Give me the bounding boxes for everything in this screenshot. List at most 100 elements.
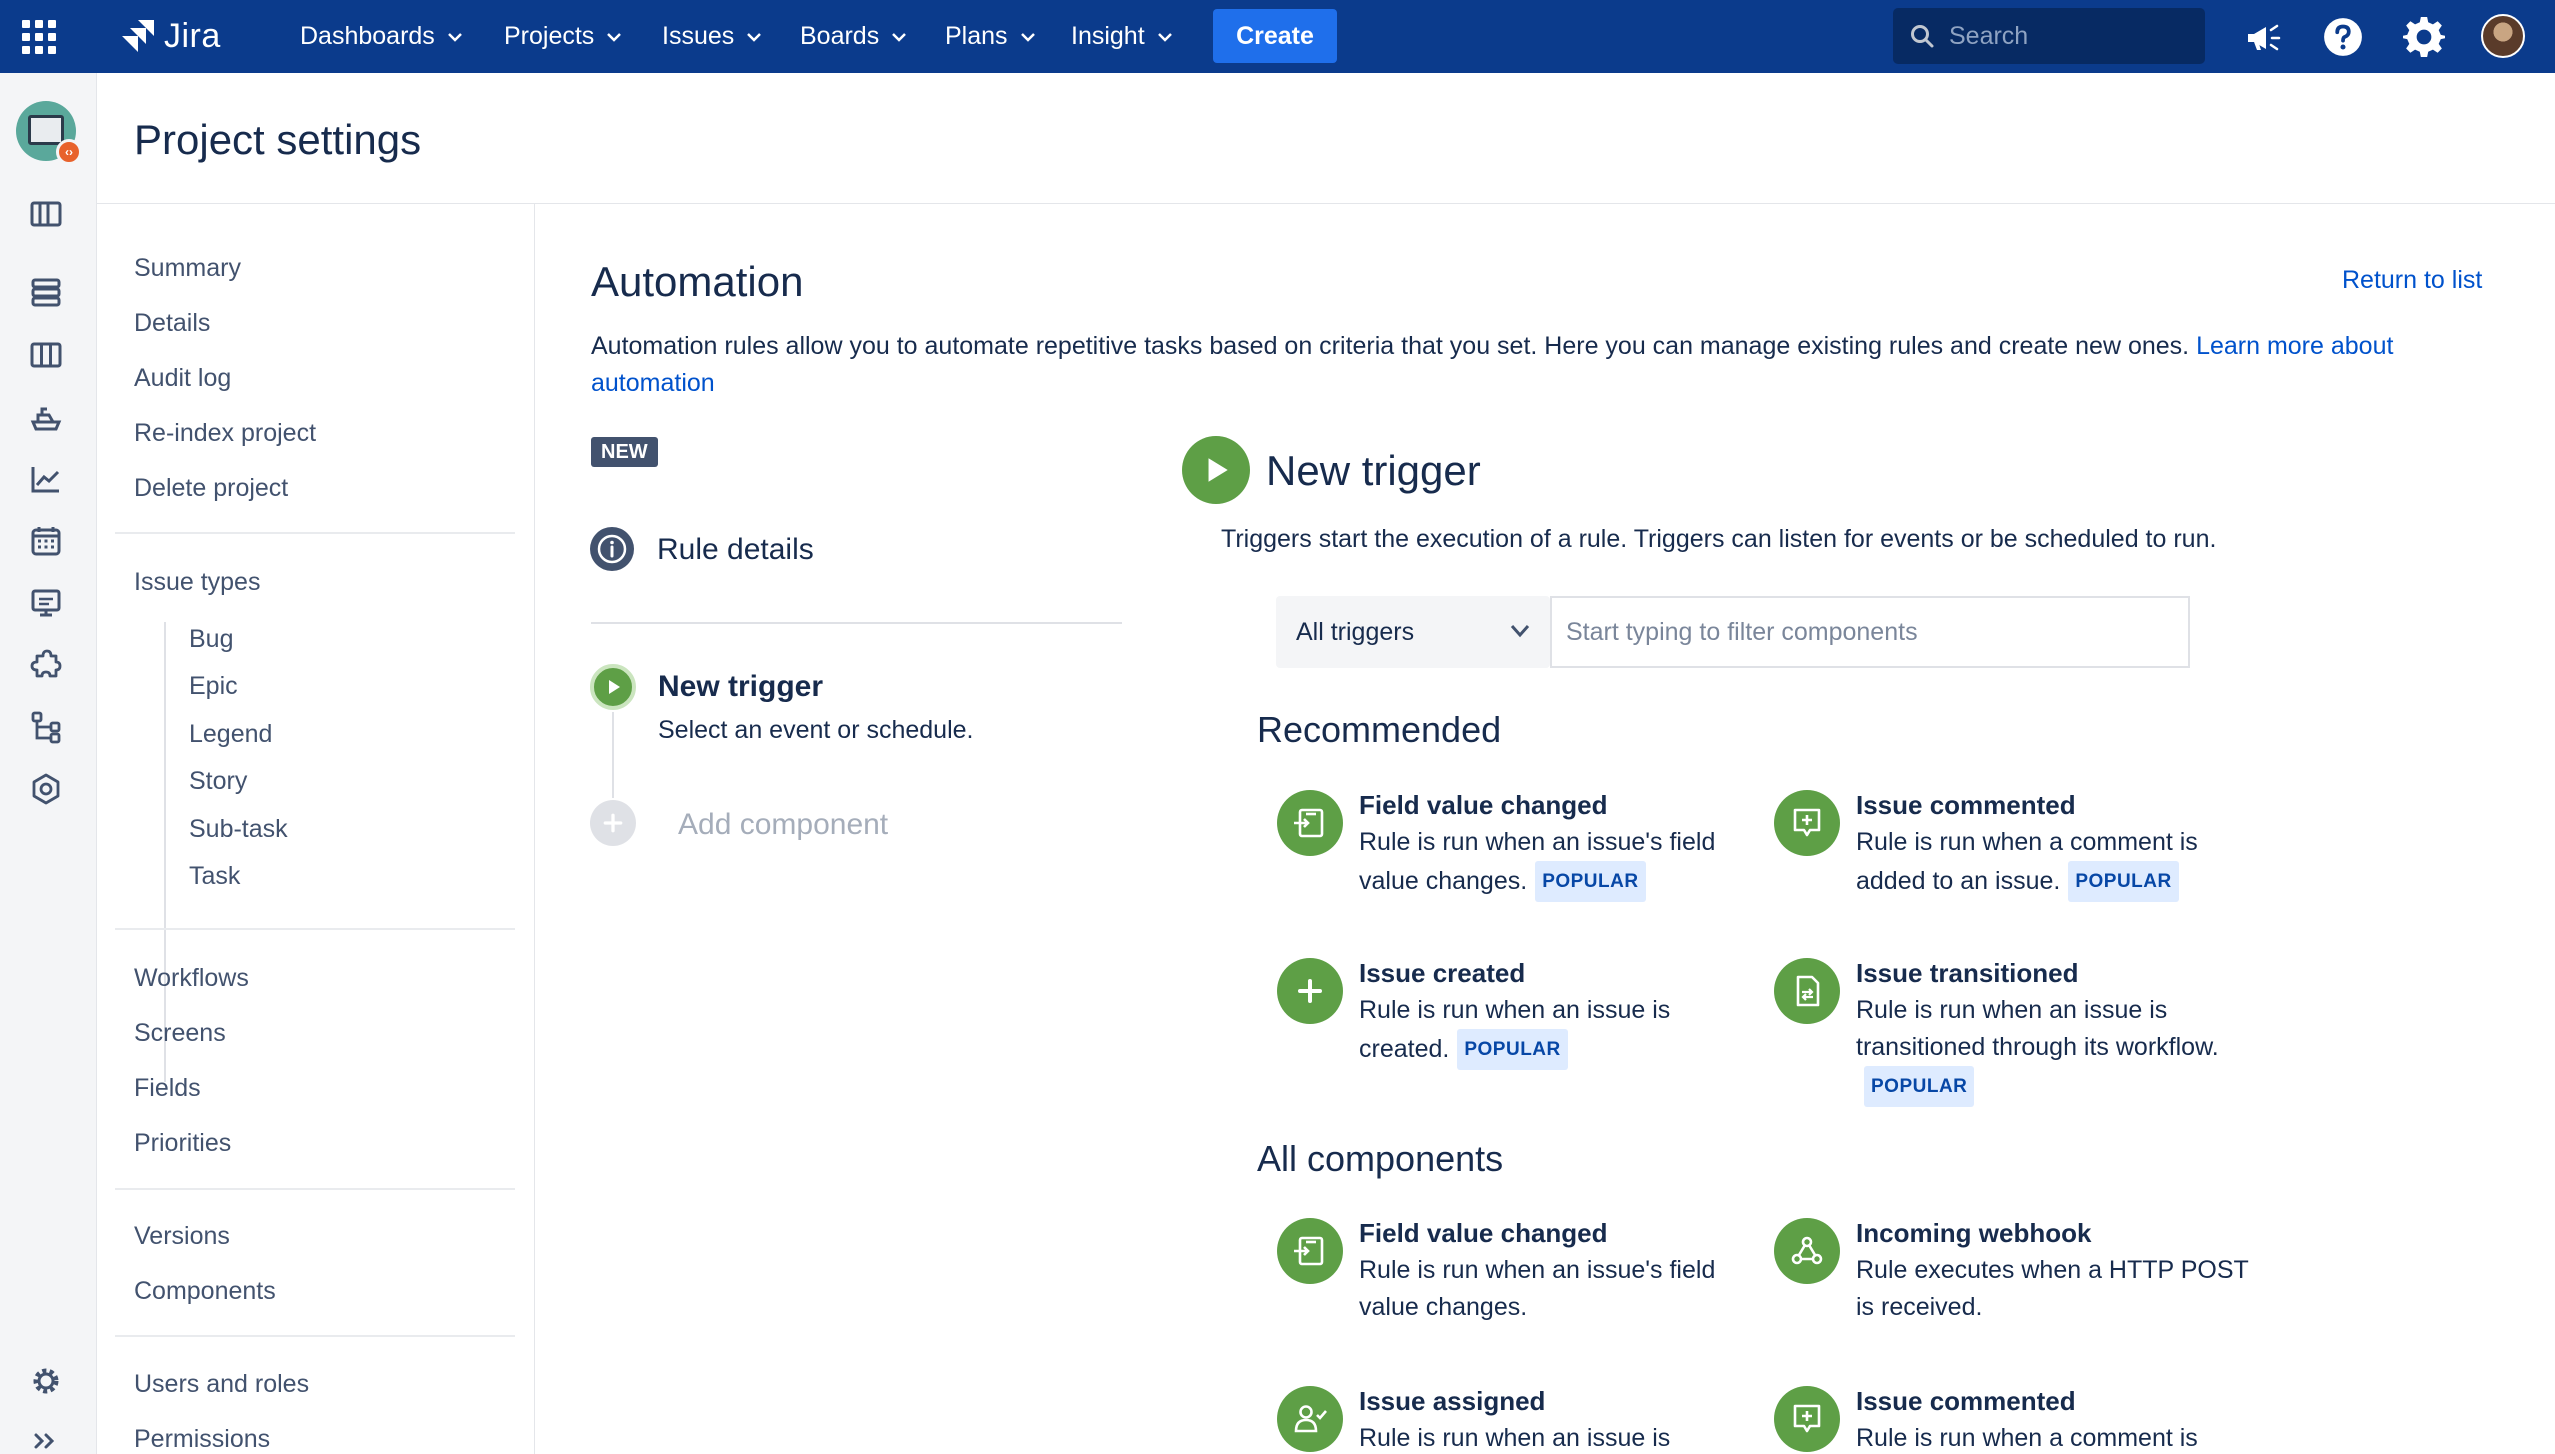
issue-type-subtask[interactable]: Sub-task — [189, 815, 288, 844]
settings-item-audit-log[interactable]: Audit log — [134, 364, 231, 393]
component-description: Rule is run when an issue's field value … — [1359, 824, 1759, 902]
settings-item-priorities[interactable]: Priorities — [134, 1129, 231, 1158]
settings-item-summary[interactable]: Summary — [134, 254, 241, 283]
settings-sidebar: Summary Details Audit log Re-index proje… — [97, 204, 535, 1454]
component-description: Rule is run when an issue's field value … — [1359, 1256, 1716, 1321]
puzzle-icon[interactable] — [28, 647, 64, 683]
releases-icon[interactable] — [28, 399, 64, 435]
trigger-type-select[interactable]: All triggers — [1276, 596, 1550, 668]
nav-dashboards[interactable]: Dashboards — [300, 0, 463, 73]
jira-logo-icon — [122, 20, 154, 52]
backlog-icon[interactable] — [28, 274, 64, 310]
top-navigation: Jira Dashboards Projects Issues Boards P… — [0, 0, 2555, 73]
settings-item-details[interactable]: Details — [134, 309, 210, 338]
description-text: Automation rules allow you to automate r… — [591, 332, 2190, 360]
component-title: Issue commented — [1856, 1386, 2076, 1416]
project-avatar[interactable]: ‹› — [16, 101, 82, 165]
chevron-down-icon — [747, 32, 762, 42]
expand-icon[interactable] — [28, 1423, 64, 1454]
settings-item-versions[interactable]: Versions — [134, 1222, 230, 1251]
trigger-step-title[interactable]: New trigger — [658, 670, 823, 704]
nav-divider — [115, 532, 515, 534]
user-avatar[interactable] — [2481, 14, 2525, 58]
issue-type-task[interactable]: Task — [189, 862, 240, 891]
settings-item-permissions[interactable]: Permissions — [134, 1425, 270, 1454]
settings-item-delete[interactable]: Delete project — [134, 474, 288, 503]
jira-logo[interactable]: Jira — [116, 14, 221, 58]
create-button[interactable]: Create — [1213, 9, 1337, 63]
new-trigger-description: Triggers start the execution of a rule. … — [1221, 525, 2217, 553]
component-title: Issue assigned — [1359, 1386, 1546, 1416]
issue-type-bug[interactable]: Bug — [189, 625, 233, 654]
calendar-icon[interactable] — [28, 523, 64, 559]
monitor-icon[interactable] — [28, 585, 64, 621]
reports-icon[interactable] — [28, 461, 64, 497]
field-change-icon — [1277, 790, 1343, 856]
popular-badge: POPULAR — [1457, 1029, 1568, 1070]
comment-icon — [1774, 1386, 1840, 1452]
add-component-label[interactable]: Add component — [678, 808, 888, 842]
component-title: Issue commented — [1856, 790, 2076, 820]
settings-item-users-roles[interactable]: Users and roles — [134, 1370, 309, 1399]
nav-insight[interactable]: Insight — [1071, 0, 1173, 73]
recommended-title: Recommended — [1257, 709, 1502, 750]
settings-item-issue-types[interactable]: Issue types — [134, 568, 260, 597]
chevron-down-icon — [1157, 32, 1172, 42]
megaphone-icon[interactable] — [2240, 15, 2284, 59]
hierarchy-icon[interactable] — [28, 709, 64, 745]
nav-boards[interactable]: Boards — [800, 0, 907, 73]
gear-icon[interactable] — [2402, 15, 2446, 59]
new-trigger-play-icon — [1182, 436, 1250, 504]
nav-projects[interactable]: Projects — [504, 0, 622, 73]
help-icon[interactable] — [2321, 15, 2365, 59]
rule-divider — [591, 622, 1122, 624]
assign-icon — [1277, 1386, 1343, 1452]
search-input[interactable] — [1949, 21, 2189, 51]
component-title: Issue transitioned — [1856, 958, 2079, 988]
rule-details-step[interactable]: Rule details — [657, 533, 814, 567]
nav-divider — [115, 928, 515, 930]
issue-type-story[interactable]: Story — [189, 767, 247, 796]
play-icon[interactable] — [590, 664, 636, 710]
apps-grid-icon[interactable] — [22, 20, 56, 54]
issue-type-epic[interactable]: Epic — [189, 672, 238, 701]
automation-description: Automation rules allow you to automate r… — [591, 328, 2471, 402]
comment-icon — [1774, 790, 1840, 856]
settings-item-reindex[interactable]: Re-index project — [134, 419, 316, 448]
board-icon[interactable] — [28, 196, 64, 232]
nav-projects-label: Projects — [504, 22, 595, 50]
settings-item-fields[interactable]: Fields — [134, 1074, 201, 1103]
new-trigger-title: New trigger — [1266, 447, 1481, 494]
tree-line — [164, 622, 166, 1082]
settings-gear-icon[interactable] — [28, 1363, 64, 1399]
all-components-title: All components — [1257, 1138, 1504, 1179]
component-title: Incoming webhook — [1856, 1218, 2092, 1248]
search-icon — [1911, 25, 1934, 48]
chevron-down-icon — [447, 32, 462, 42]
project-avatar-image — [28, 115, 64, 145]
component-description: Rule executes when a HTTP POST is receiv… — [1856, 1256, 2249, 1321]
nav-insight-label: Insight — [1071, 22, 1145, 50]
settings-item-components[interactable]: Components — [134, 1277, 276, 1306]
nav-plans[interactable]: Plans — [945, 0, 1036, 73]
component-icon[interactable] — [28, 771, 64, 807]
filter-components-input[interactable] — [1550, 596, 2190, 668]
settings-item-workflows[interactable]: Workflows — [134, 964, 249, 993]
search-box[interactable] — [1893, 8, 2205, 64]
columns-icon[interactable] — [28, 337, 64, 373]
info-icon[interactable] — [590, 527, 634, 571]
project-type-badge-icon: ‹› — [56, 139, 82, 165]
trigger-type-value: All triggers — [1296, 617, 1415, 646]
settings-item-screens[interactable]: Screens — [134, 1019, 226, 1048]
automation-title: Automation — [591, 258, 804, 305]
project-sidebar-rail: ‹› — [0, 73, 97, 1454]
add-component-plus-icon[interactable] — [590, 800, 636, 846]
nav-issues[interactable]: Issues — [662, 0, 762, 73]
component-title: Field value changed — [1359, 790, 1608, 820]
chevron-down-icon — [1020, 32, 1035, 42]
issue-type-legend[interactable]: Legend — [189, 720, 272, 749]
return-to-list-link[interactable]: Return to list — [2342, 266, 2482, 295]
component-description: Rule is run when a comment is added to a… — [1856, 824, 2256, 902]
chevron-down-icon — [1510, 625, 1530, 638]
logo-text: Jira — [164, 16, 221, 55]
